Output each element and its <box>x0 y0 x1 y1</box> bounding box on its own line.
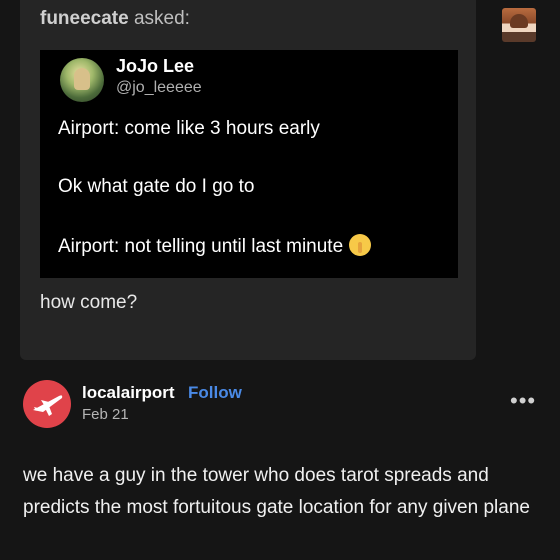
shushing-face-icon <box>349 234 372 256</box>
asker-avatar[interactable] <box>502 8 536 42</box>
post-username[interactable]: localairport <box>82 383 175 403</box>
tweet-line: Airport: come like 3 hours early <box>58 118 320 139</box>
ask-card: funeecate asked: JoJo Lee @jo_leeeee Air… <box>20 0 476 360</box>
post-body: we have a guy in the tower who does taro… <box>23 465 530 518</box>
asker-line: funeecate asked: <box>40 8 190 30</box>
asker-name[interactable]: funeecate <box>40 8 129 29</box>
tweet-avatar <box>60 58 104 102</box>
ask-question: how come? <box>40 292 138 313</box>
tweet-handle: @jo_leeeee <box>116 79 202 96</box>
tweet-line: Airport: not telling until last minute <box>58 236 344 257</box>
tweet-line: Ok what gate do I go to <box>58 176 255 197</box>
post-date[interactable]: Feb 21 <box>82 406 129 423</box>
more-options-icon[interactable]: ••• <box>510 388 536 414</box>
asked-label: asked: <box>128 8 190 29</box>
blog-avatar[interactable] <box>23 380 71 428</box>
airplane-icon <box>33 395 63 416</box>
tweet-name: JoJo Lee <box>116 56 195 76</box>
follow-button[interactable]: Follow <box>188 383 242 403</box>
tweet-screenshot: JoJo Lee @jo_leeeee Airport: come like 3… <box>40 50 458 278</box>
tweet-line-with-emoji: Airport: not telling until last minute <box>58 234 372 258</box>
